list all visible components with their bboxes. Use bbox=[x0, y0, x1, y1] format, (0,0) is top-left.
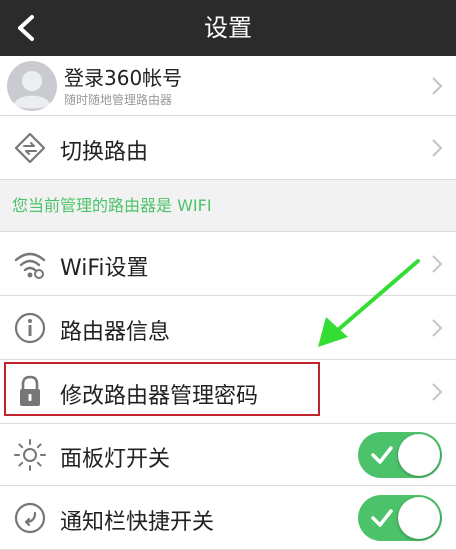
user-avatar-icon bbox=[7, 61, 57, 111]
notification-shortcut-row: 通知栏快捷开关 bbox=[0, 486, 456, 550]
chevron-right-icon bbox=[432, 139, 443, 157]
current-router-text: 您当前管理的路由器是 WIFI bbox=[12, 196, 212, 215]
account-title: 登录360帐号 bbox=[64, 66, 183, 90]
annotation-arrow bbox=[318, 259, 420, 347]
sun-icon bbox=[14, 439, 46, 471]
chevron-right-icon bbox=[432, 77, 443, 95]
account-subtitle: 随时随地管理路由器 bbox=[64, 93, 173, 107]
page-title: 设置 bbox=[204, 14, 252, 42]
notification-shortcut-label: 通知栏快捷开关 bbox=[60, 510, 215, 535]
switch-router-label: 切换路由 bbox=[60, 140, 149, 165]
switch-router-row[interactable]: 切换路由 bbox=[0, 116, 456, 180]
check-icon bbox=[371, 446, 393, 464]
wifi-settings-label: WiFi设置 bbox=[60, 256, 149, 281]
chevron-right-icon bbox=[432, 319, 443, 337]
panel-light-toggle[interactable] bbox=[358, 432, 442, 478]
title-bar: 设置 bbox=[0, 0, 456, 56]
chevron-right-icon bbox=[432, 255, 443, 273]
current-router-section-header: 您当前管理的路由器是 WIFI bbox=[0, 180, 456, 232]
switch-router-icon bbox=[14, 132, 46, 164]
notification-shortcut-icon bbox=[14, 502, 46, 534]
router-info-label: 路由器信息 bbox=[60, 320, 171, 345]
notification-shortcut-toggle[interactable] bbox=[358, 495, 442, 541]
panel-light-label: 面板灯开关 bbox=[60, 447, 171, 472]
check-icon bbox=[371, 509, 393, 527]
wifi-icon bbox=[14, 252, 46, 279]
chevron-right-icon bbox=[432, 383, 443, 401]
info-icon bbox=[14, 312, 46, 344]
highlight-box bbox=[4, 362, 320, 416]
toggle-knob bbox=[398, 497, 440, 539]
login-account-row[interactable]: 登录360帐号 随时随地管理路由器 bbox=[0, 56, 456, 116]
toggle-knob bbox=[398, 434, 440, 476]
panel-light-row: 面板灯开关 bbox=[0, 424, 456, 486]
